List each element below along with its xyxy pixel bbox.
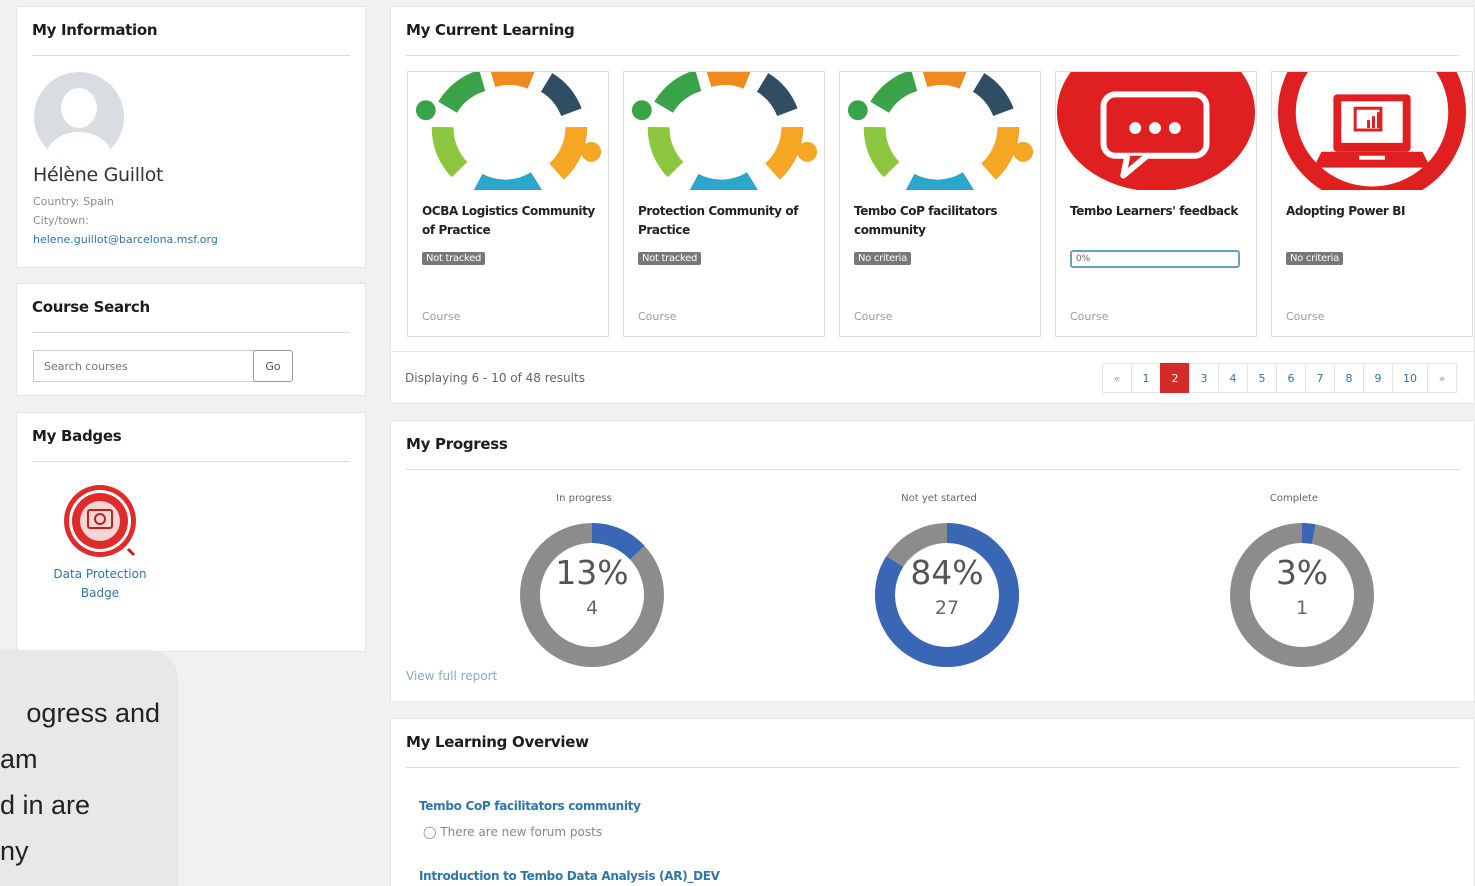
divider: [32, 55, 350, 56]
divider: [391, 351, 1474, 352]
donut-chart: [875, 523, 1019, 667]
current-learning-panel: My Current Learning OCBA Logistics Commu…: [390, 6, 1475, 404]
avatar[interactable]: [34, 72, 124, 162]
my-badges-title: My Badges: [32, 427, 122, 445]
callout-text: ogress and am d in are ny ll: [0, 690, 176, 886]
my-progress-panel: My Progress In progress 13% 4 Not yet st…: [390, 420, 1475, 702]
donut-percent: 3%: [1275, 553, 1329, 592]
course-search-title: Course Search: [32, 298, 150, 316]
course-card[interactable]: Protection Community of Practice Not tra…: [623, 71, 825, 337]
course-type: Course: [1070, 310, 1109, 323]
progress-donut[interactable]: Complete 3% 1: [1214, 493, 1374, 683]
course-type: Course: [1286, 310, 1325, 323]
page-link[interactable]: 1: [1131, 363, 1161, 393]
community-circle-icon: [408, 72, 608, 190]
donut-percent: 84%: [910, 553, 984, 592]
divider: [32, 332, 350, 333]
course-title[interactable]: Protection Community of Practice: [638, 202, 814, 240]
results-count: Displaying 6 - 10 of 48 results: [405, 371, 585, 385]
course-card[interactable]: Tembo Learners' feedback 0% Course: [1055, 71, 1257, 337]
status-badge: No criteria: [1286, 252, 1343, 265]
callout-line: d in are: [0, 790, 91, 820]
learning-overview-panel: My Learning Overview Tembo CoP facilitat…: [390, 718, 1475, 886]
page-link[interactable]: 5: [1247, 363, 1277, 393]
donut-chart: [520, 523, 664, 667]
go-button[interactable]: Go: [253, 350, 293, 382]
view-full-report-link[interactable]: View full report: [406, 669, 497, 683]
learning-overview-title: My Learning Overview: [406, 733, 589, 751]
donut-label: Not yet started: [901, 493, 977, 504]
my-progress-title: My Progress: [406, 435, 508, 453]
page-link[interactable]: 4: [1218, 363, 1248, 393]
donut-percent: 13%: [555, 553, 629, 592]
user-name: Hélène Guillot: [33, 164, 164, 186]
data-protection-badge-icon[interactable]: [62, 483, 138, 559]
course-title[interactable]: OCBA Logistics Community of Practice: [422, 202, 598, 240]
course-type: Course: [638, 310, 677, 323]
page-link-active[interactable]: 2: [1160, 363, 1190, 393]
donut-count: 27: [934, 597, 960, 619]
my-information-panel: My Information Hélène Guillot Country: S…: [16, 6, 366, 268]
donut-chart: [1230, 523, 1374, 667]
overview-course-link[interactable]: Introduction to Tembo Data Analysis (AR)…: [419, 869, 720, 883]
status-badge: No criteria: [854, 252, 911, 265]
my-badges-panel: My Badges Data Protection Badge: [16, 412, 366, 652]
donut-track: [1230, 523, 1374, 667]
course-search-panel: Course Search Go: [16, 283, 366, 396]
forum-notice-text: There are new forum posts: [440, 825, 603, 839]
progress-donut[interactable]: In progress 13% 4: [504, 493, 664, 683]
donut-label: In progress: [556, 493, 612, 504]
course-card[interactable]: Tembo CoP facilitators community No crit…: [839, 71, 1041, 337]
donut-label: Complete: [1269, 493, 1319, 504]
forum-notice: ◯ There are new forum posts: [423, 825, 602, 839]
badge-label[interactable]: Data Protection Badge: [37, 565, 163, 603]
my-information-title: My Information: [32, 21, 158, 39]
divider: [32, 461, 350, 462]
callout-line: am: [0, 744, 38, 774]
user-city: City/town:: [33, 214, 89, 227]
progress-donut[interactable]: Not yet started 84% 27: [859, 493, 1019, 683]
community-circle-icon: [840, 72, 1040, 190]
course-title[interactable]: Tembo Learners' feedback: [1070, 202, 1246, 221]
divider: [406, 767, 1459, 768]
search-courses-input[interactable]: [33, 350, 255, 382]
pagination-next[interactable]: »: [1427, 363, 1457, 393]
course-card[interactable]: OCBA Logistics Community of Practice Not…: [407, 71, 609, 337]
page-link[interactable]: 3: [1189, 363, 1219, 393]
course-card[interactable]: Adopting Power BI No criteria Course: [1271, 71, 1473, 337]
page-link[interactable]: 6: [1276, 363, 1306, 393]
progress-bar: 0%: [1070, 250, 1240, 268]
user-email-link[interactable]: helene.guillot@barcelona.msf.org: [33, 233, 218, 246]
course-type: Course: [422, 310, 461, 323]
status-badge: Not tracked: [422, 252, 485, 265]
chat-bubble-icon: [1056, 72, 1256, 190]
community-circle-icon: [624, 72, 824, 190]
overview-course-link[interactable]: Tembo CoP facilitators community: [419, 799, 641, 813]
user-country: Country: Spain: [33, 195, 114, 208]
pagination: « 1 2 3 4 5 6 7 8 9 10 »: [1102, 363, 1457, 393]
current-learning-title: My Current Learning: [406, 21, 575, 39]
donut-count: 4: [585, 597, 599, 619]
page-link[interactable]: 10: [1392, 363, 1428, 393]
course-type: Course: [854, 310, 893, 323]
divider: [406, 55, 1459, 56]
divider: [406, 469, 1459, 470]
page-link[interactable]: 8: [1334, 363, 1364, 393]
laptop-chart-icon: [1272, 72, 1472, 190]
callout-line: ogress and: [26, 698, 160, 728]
page-link[interactable]: 9: [1363, 363, 1393, 393]
course-title[interactable]: Tembo CoP facilitators community: [854, 202, 1030, 240]
chat-icon: ◯: [423, 825, 437, 839]
callout-line: ll: [0, 874, 176, 886]
pagination-prev[interactable]: «: [1102, 363, 1132, 393]
page-link[interactable]: 7: [1305, 363, 1335, 393]
donut-count: 1: [1295, 597, 1309, 619]
callout-line: ny: [0, 836, 29, 866]
status-badge: Not tracked: [638, 252, 701, 265]
course-title[interactable]: Adopting Power BI: [1286, 202, 1462, 221]
